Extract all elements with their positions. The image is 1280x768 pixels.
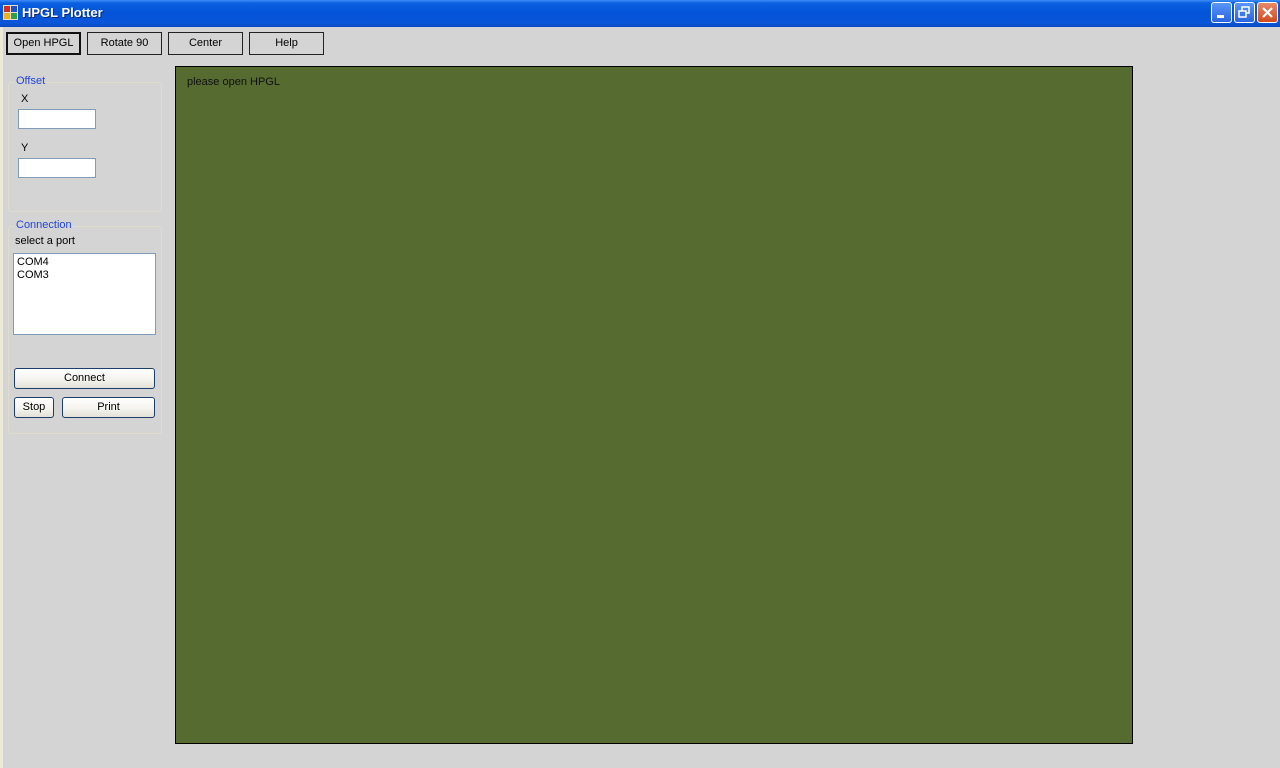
minimize-icon <box>1217 15 1224 18</box>
window-border <box>0 27 3 768</box>
title-bar: HPGL Plotter <box>0 0 1280 27</box>
connect-button[interactable]: Connect <box>14 368 155 389</box>
close-button[interactable] <box>1257 2 1278 23</box>
select-port-label: select a port <box>15 235 75 247</box>
stop-button[interactable]: Stop <box>14 397 54 418</box>
offset-x-input[interactable] <box>18 109 96 129</box>
port-list-item[interactable]: COM4 <box>17 256 152 269</box>
minimize-button[interactable] <box>1211 2 1232 23</box>
window-title: HPGL Plotter <box>22 5 103 20</box>
offset-y-input[interactable] <box>18 158 96 178</box>
offset-y-label: Y <box>21 142 29 154</box>
canvas-status-message: please open HPGL <box>187 76 280 88</box>
restore-button[interactable] <box>1234 2 1255 23</box>
connection-group-title: Connection <box>15 219 73 231</box>
port-list-item[interactable]: COM3 <box>17 269 152 282</box>
help-button[interactable]: Help <box>249 32 324 55</box>
print-button[interactable]: Print <box>62 397 155 418</box>
center-button[interactable]: Center <box>168 32 243 55</box>
restore-icon <box>1238 6 1250 18</box>
open-hpgl-button[interactable]: Open HPGL <box>6 32 81 55</box>
app-icon <box>3 5 18 20</box>
plot-canvas[interactable]: please open HPGL <box>175 66 1133 744</box>
offset-group-title: Offset <box>15 75 47 87</box>
offset-group <box>8 82 162 212</box>
close-icon <box>1262 7 1273 18</box>
rotate-90-button[interactable]: Rotate 90 <box>87 32 162 55</box>
offset-x-label: X <box>21 93 29 105</box>
port-listbox[interactable]: COM4 COM3 <box>13 253 156 335</box>
